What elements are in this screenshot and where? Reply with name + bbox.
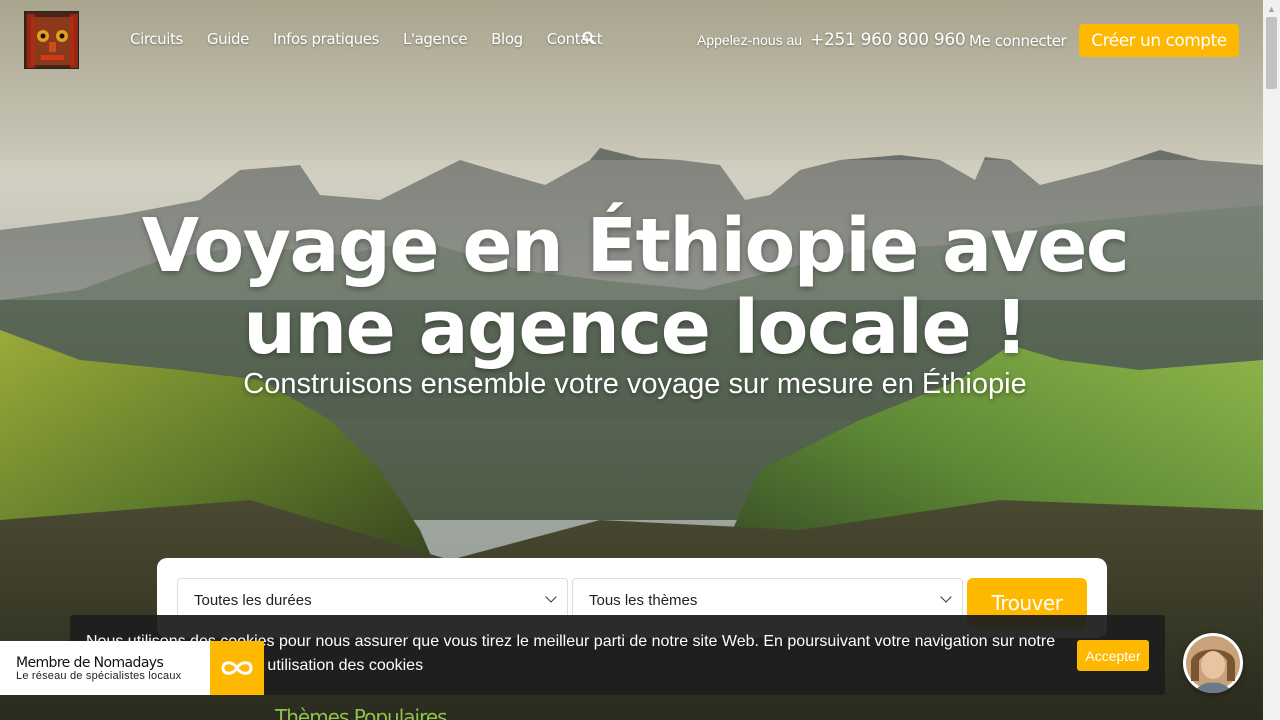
login-link[interactable]: Me connecter (969, 32, 1067, 50)
accept-cookies-button[interactable]: Accepter (1077, 640, 1149, 671)
nav-guide[interactable]: Guide (207, 30, 249, 48)
scroll-thumb[interactable] (1266, 17, 1277, 89)
page-scrollbar[interactable]: ▲ (1263, 0, 1280, 720)
mask-logo-icon (25, 12, 78, 68)
search-icon[interactable] (582, 31, 595, 47)
theme-select-value: Tous les thèmes (589, 591, 698, 609)
badge-subtitle: Le réseau de spécialistes locaux (16, 670, 182, 682)
phone-number[interactable]: +251 960 800 960 (810, 30, 966, 50)
infinity-icon[interactable] (210, 641, 264, 695)
chevron-down-icon (940, 591, 952, 603)
badge-title: Membre de Nomadays (16, 655, 164, 671)
signup-button[interactable]: Créer un compte (1079, 24, 1239, 57)
scroll-up-arrow-icon[interactable]: ▲ (1263, 0, 1280, 17)
nav-infos-pratiques[interactable]: Infos pratiques (273, 30, 379, 48)
nav-agence[interactable]: L'agence (403, 30, 468, 48)
call-label: Appelez-nous au (697, 32, 803, 48)
nav-blog[interactable]: Blog (491, 30, 523, 48)
hero-subtitle: Construisons ensemble votre voyage sur m… (243, 368, 1027, 400)
site-logo[interactable] (24, 11, 79, 69)
nav-circuits[interactable]: Circuits (130, 30, 183, 48)
chevron-down-icon (545, 591, 557, 603)
nomadays-badge[interactable]: Membre de Nomadays Le réseau de spéciali… (0, 641, 210, 695)
duration-select-value: Toutes les durées (194, 591, 312, 609)
hero-title: Voyage en Éthiopie avec une agence local… (141, 203, 1130, 371)
section-teaser-title: Thèmes Populaires (275, 705, 448, 720)
chat-avatar[interactable] (1183, 633, 1243, 693)
main-nav: Circuits Guide Infos pratiques L'agence … (130, 30, 626, 48)
agent-avatar-icon (1186, 636, 1240, 693)
